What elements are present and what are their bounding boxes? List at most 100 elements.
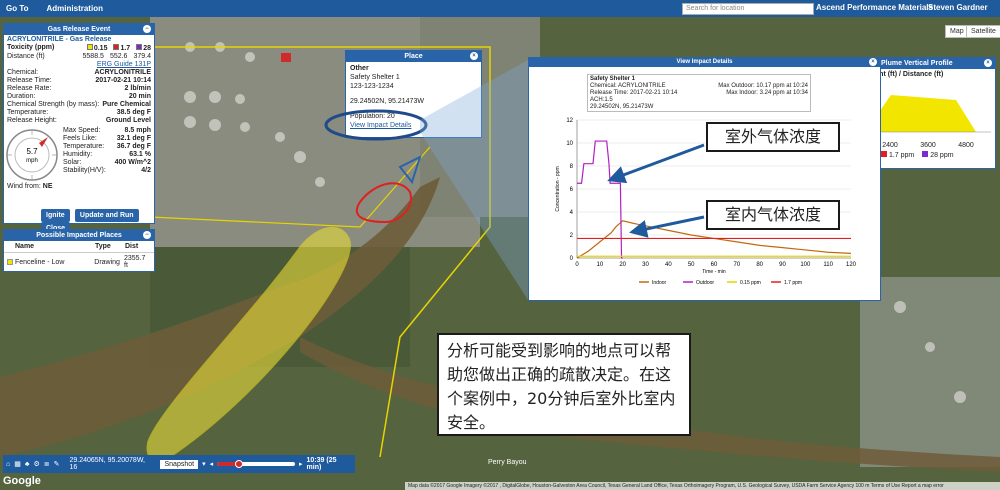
toxicity-values: 0.15 1.7 28 — [86, 44, 151, 53]
map-attribution: Map data ©2017 Google Imagery ©2017 , Di… — [405, 482, 1000, 490]
gas-release-panel-header: Gas Release Event − — [4, 24, 154, 35]
view-impact-details-link[interactable]: View Impact Details — [350, 121, 477, 130]
place-name: Safety Shelter 1 — [350, 74, 400, 81]
distance-label: Distance (ft) — [7, 53, 45, 60]
weather-field: Humidity: 63.1 % — [63, 151, 151, 158]
distance-row: Distance (ft) 5588.5 552.6 379.4 — [4, 53, 154, 61]
weather-section: 5.7 mph Max Speed: 8.5 mph Feels Like: 32.1… — [4, 127, 154, 183]
release-field: Chemical Strength (by mass): Pure Chemica… — [7, 101, 151, 108]
map-type-satellite-button[interactable]: Satellite — [966, 25, 1000, 38]
organization-name[interactable]: Ascend Performance Materials — [816, 3, 933, 12]
place-category: Other — [350, 65, 369, 72]
time-slider-fill — [217, 462, 238, 466]
x-tick-label: 100 — [800, 262, 811, 268]
profile-ticks: 2400 3600 4800 — [882, 142, 974, 149]
release-source-marker — [281, 53, 291, 62]
svg-text:5.7: 5.7 — [26, 147, 38, 156]
time-slider[interactable] — [217, 460, 296, 468]
impact-chemical: Chemical: ACRYLONITRILE — [590, 83, 666, 89]
y-tick-label: 0 — [570, 256, 574, 262]
x-tick-label: 20 — [619, 262, 626, 268]
profile-chart — [864, 80, 991, 133]
tree-icon[interactable]: ♣ — [25, 461, 30, 468]
ignite-button[interactable]: Ignite — [41, 209, 70, 222]
x-axis-label: Time - min — [702, 269, 726, 275]
release-field: Temperature: 38.5 deg F — [7, 109, 151, 116]
distance-values: 5588.5 552.6 379.4 — [83, 53, 151, 61]
building-icon[interactable]: ▦ — [14, 460, 21, 468]
y-tick-label: 8 — [570, 164, 574, 170]
x-tick-label: 70 — [733, 262, 740, 268]
toxicity-row: Toxicity (ppm) 0.15 1.7 28 — [4, 44, 154, 53]
place-population: Population: 20 — [350, 113, 395, 120]
close-icon[interactable]: × — [984, 59, 992, 67]
cursor-coordinates: 29.24065N, 95.20078W, 16 — [69, 457, 145, 471]
forward-icon[interactable]: ▸ — [299, 460, 303, 468]
table-row[interactable]: Fenceline - Low Drawing 2355.7 ft — [4, 253, 154, 271]
user-name[interactable]: Steven Gardner — [928, 3, 988, 12]
x-tick-label: 110 — [823, 262, 833, 268]
place-name: Fenceline - Low — [14, 258, 65, 266]
level-swatch — [7, 259, 13, 265]
distance-level: 379.4 — [133, 53, 151, 60]
impacted-places-panel: Possible Impacted Places − Name Type Dis… — [3, 229, 155, 272]
distance-level: 552.6 — [109, 53, 128, 60]
legend-label: 0.15 ppm — [740, 280, 761, 286]
y-tick-label: 4 — [570, 210, 574, 216]
search-location-input[interactable]: Search for location — [682, 3, 814, 15]
impact-place-name: Safety Shelter 1 — [590, 76, 636, 82]
chevron-down-icon[interactable]: ▾ — [202, 460, 206, 468]
callout-outdoor: 室外气体浓度 — [706, 122, 840, 152]
impact-panel-title: View Impact Details — [676, 59, 733, 65]
industrial-area-east — [860, 277, 1000, 467]
y-tick-label: 10 — [566, 141, 573, 147]
impact-details-panel: View Impact Details × Safety Shelter 1 C… — [528, 57, 881, 301]
place-coordinates: 29.24502N, 95.21473W — [350, 98, 424, 105]
release-field: Release Rate: 2 lb/min — [7, 85, 151, 92]
layers-icon[interactable]: ≣ — [44, 460, 50, 468]
distance-level: 5588.5 — [82, 53, 104, 60]
place-type: Drawing — [94, 258, 120, 266]
settings-icon[interactable]: ⚙ — [33, 460, 39, 468]
toxicity-level: 0.15 — [86, 44, 107, 53]
close-icon[interactable]: × — [470, 52, 478, 60]
rewind-icon[interactable]: ◂ — [210, 460, 214, 468]
chemical-release-title: ACRYLONITRILE - Gas Release — [7, 36, 112, 43]
place-popup: Place × Other Safety Shelter 1 123-123-1… — [345, 50, 482, 138]
erg-guide-link[interactable]: ERG Guide 131P — [97, 61, 151, 69]
map-label-perry-bayou: Perry Bayou — [488, 459, 527, 466]
y-tick-label: 2 — [570, 233, 574, 239]
profile-axis-label: Height (ft) / Distance (ft) — [864, 71, 944, 78]
impact-release-time: Release Time: 2017-02-21 10:14 — [590, 90, 678, 96]
place-phone: 123-123-1234 — [350, 83, 394, 90]
collapse-icon[interactable]: − — [143, 231, 151, 239]
callout-indoor: 室内气体浓度 — [706, 200, 840, 230]
impacted-panel-title: Possible Impacted Places — [36, 232, 122, 239]
x-tick-label: 0 — [575, 262, 579, 268]
weather-field: Stability(H/V): 4/2 — [63, 167, 151, 174]
legend-label: Outdoor — [696, 280, 714, 286]
weather-field: Solar: 400 W/m^2 — [63, 159, 151, 166]
wind-from-value: NE — [42, 183, 53, 190]
update-and-run-button[interactable]: Update and Run — [74, 209, 139, 222]
time-slider-handle[interactable] — [235, 460, 244, 468]
toxicity-label: Toxicity (ppm) — [7, 44, 55, 51]
close-icon[interactable]: × — [869, 58, 877, 66]
release-field: Release Height: Ground Level — [7, 117, 151, 124]
measure-icon[interactable]: ✎ — [54, 460, 60, 468]
place-popup-title: Place — [404, 53, 423, 60]
collapse-icon[interactable]: − — [143, 25, 151, 33]
snapshot-select[interactable]: Snapshot — [160, 459, 199, 469]
series-line-outdoor — [577, 140, 623, 259]
y-tick-label: 12 — [566, 118, 573, 124]
home-icon[interactable]: ⌂ — [6, 461, 10, 468]
menu-administration[interactable]: Administration — [47, 4, 103, 13]
max-outdoor: Max Outdoor: 10.17 ppm at 10:24 — [718, 83, 808, 89]
release-field: Release Time: 2017-02-21 10:14 — [7, 77, 151, 84]
weather-field: Temperature: 36.7 deg F — [63, 143, 151, 150]
x-tick-label: 30 — [642, 262, 649, 268]
bottom-toolbar: ⌂ ▦ ♣ ⚙ ≣ ✎ 29.24065N, 95.20078W, 16 Sna… — [3, 455, 355, 473]
menu-goto[interactable]: Go To — [6, 4, 29, 13]
toxicity-level: 1.7 — [113, 44, 130, 53]
time-readout: 10:39 (25 min) — [306, 457, 337, 471]
